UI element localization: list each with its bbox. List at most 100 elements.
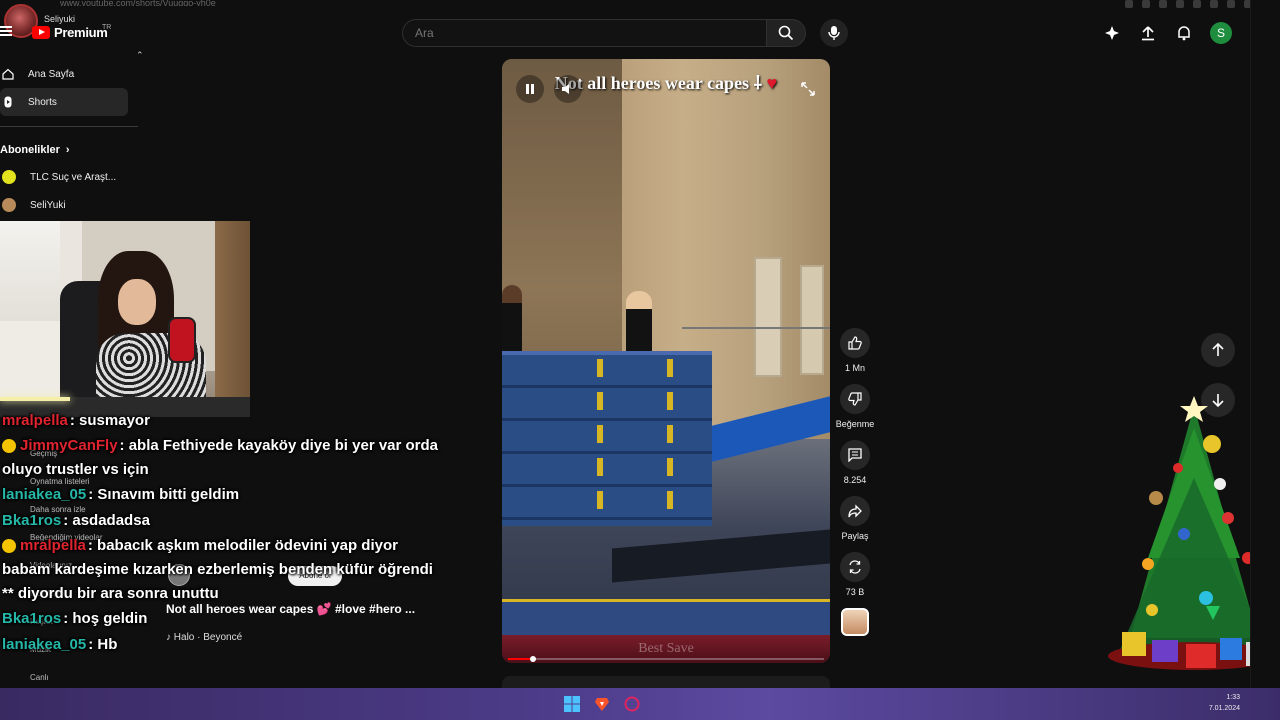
chat-username: Bka1ros bbox=[2, 512, 62, 529]
share-button[interactable] bbox=[840, 496, 870, 526]
upload-button[interactable] bbox=[1138, 23, 1158, 43]
chat-text: : asdadadsa bbox=[63, 512, 150, 529]
windows-start-button[interactable] bbox=[562, 694, 582, 714]
audio-source-thumbnail[interactable] bbox=[841, 608, 869, 636]
chat-username: laniakea_05 bbox=[2, 486, 87, 503]
create-button[interactable] bbox=[1102, 23, 1122, 43]
sidebar-item-shorts[interactable]: Shorts bbox=[0, 88, 128, 116]
remix-action: 73 B bbox=[836, 552, 874, 598]
fullscreen-button[interactable] bbox=[798, 79, 818, 99]
sidebar-item-home[interactable]: Ana Sayfa bbox=[0, 60, 140, 88]
shorts-player[interactable]: Not all heroes wear capes ⸸ ♥ Best Save bbox=[502, 59, 830, 663]
progress-bar[interactable] bbox=[508, 656, 824, 662]
chat-username: mralpella bbox=[2, 412, 68, 429]
comment-action: 8.254 bbox=[836, 440, 874, 486]
thumbs-up-icon bbox=[848, 336, 862, 350]
stream-chat: mralpella: susmayor JimmyCanFly: abla Fe… bbox=[2, 408, 442, 688]
sidebar-subscription[interactable]: TLC Suç ve Araşt... bbox=[0, 163, 140, 191]
praying-hands-icon: ⸸ bbox=[749, 73, 767, 93]
account-avatar[interactable]: S bbox=[1210, 22, 1232, 44]
clock-date: 7.01.2024 bbox=[1208, 705, 1240, 712]
dislike-button[interactable] bbox=[840, 384, 870, 414]
taskbar-clock[interactable]: 1:33 7.01.2024 bbox=[1209, 692, 1240, 714]
create-icon bbox=[1105, 26, 1119, 40]
next-short-preview[interactable] bbox=[502, 676, 830, 688]
browser-url[interactable]: www.youtube.com/shorts/Vuuqqo-yh0e bbox=[60, 0, 260, 6]
share-label: Paylaş bbox=[841, 531, 869, 541]
chat-message: mralpella: susmayor bbox=[2, 408, 442, 434]
remix-icon bbox=[849, 560, 861, 574]
page: Seliyuki www.youtube.com/shorts/Vuuqqo-y… bbox=[0, 0, 1280, 720]
extension-icon[interactable] bbox=[1227, 0, 1235, 8]
volume-button[interactable] bbox=[554, 75, 582, 103]
windows-icon bbox=[564, 696, 580, 712]
shorts-icon bbox=[2, 96, 14, 108]
remix-count: 73 B bbox=[845, 587, 865, 597]
comment-count: 8.254 bbox=[843, 475, 867, 485]
extension-icon[interactable] bbox=[1125, 0, 1133, 8]
hamburger-menu-icon[interactable] bbox=[0, 24, 16, 40]
subscriptions-heading[interactable]: Abonelikler › bbox=[0, 137, 140, 163]
sidebar-divider bbox=[0, 126, 138, 127]
like-button[interactable] bbox=[840, 328, 870, 358]
extension-icon[interactable] bbox=[1210, 0, 1218, 8]
sidebar-subscription[interactable]: SeliYuki bbox=[0, 191, 140, 219]
voice-search-button[interactable] bbox=[820, 19, 848, 47]
heart-icon: ♥ bbox=[766, 73, 778, 93]
chat-message: mralpella: babacık aşkım melodiler ödevi… bbox=[2, 534, 442, 606]
arrow-up-icon bbox=[1212, 343, 1224, 356]
search-button[interactable] bbox=[766, 19, 806, 47]
search-bar bbox=[402, 19, 806, 47]
thumbs-down-icon bbox=[848, 392, 862, 406]
streamer-name: Seliyuki bbox=[44, 14, 76, 24]
search-icon bbox=[778, 25, 794, 41]
share-icon bbox=[848, 504, 862, 518]
bell-icon bbox=[1178, 26, 1190, 41]
dislike-action: Beğenme bbox=[836, 384, 874, 430]
pause-icon bbox=[526, 84, 534, 94]
sidebar-item-label: SeliYuki bbox=[30, 199, 66, 211]
share-action: Paylaş bbox=[836, 496, 874, 542]
channel-avatar bbox=[2, 198, 16, 212]
dislike-label: Beğenme bbox=[835, 419, 875, 429]
extension-icon[interactable] bbox=[1159, 0, 1167, 8]
window-edge bbox=[1250, 0, 1280, 688]
video-overlay-text: Not all heroes wear capes bbox=[554, 73, 750, 93]
chat-text: : Sınavım bitti geldim bbox=[88, 486, 240, 503]
sidebar-item-label: TLC Suç ve Araşt... bbox=[30, 171, 117, 183]
chat-text: : susmayor bbox=[69, 412, 150, 429]
extension-icon[interactable] bbox=[1142, 0, 1150, 8]
obs-taskbar[interactable] bbox=[622, 694, 642, 714]
subscriptions-title: Abonelikler bbox=[0, 144, 60, 156]
sidebar-item-label: Ana Sayfa bbox=[28, 68, 75, 80]
chat-message: laniakea_05: Hb bbox=[2, 632, 442, 658]
chat-text: : hoş geldin bbox=[63, 610, 148, 627]
record-icon bbox=[624, 696, 640, 712]
notifications-button[interactable] bbox=[1174, 23, 1194, 43]
header-actions: S bbox=[1102, 22, 1232, 44]
microphone bbox=[168, 317, 196, 363]
emote-icon bbox=[2, 539, 16, 554]
video-overlay-title: Not all heroes wear capes ⸸ ♥ bbox=[502, 71, 830, 95]
extension-icon[interactable] bbox=[1193, 0, 1201, 8]
video-watermark: Best Save bbox=[638, 641, 694, 656]
chat-message: Bka1ros: hoş geldin bbox=[2, 606, 442, 632]
taskbar: 1:33 7.01.2024 bbox=[0, 688, 1280, 720]
extension-icon[interactable] bbox=[1176, 0, 1184, 8]
comments-button[interactable] bbox=[840, 440, 870, 470]
microphone-icon bbox=[828, 26, 840, 40]
brave-browser-taskbar[interactable] bbox=[592, 694, 612, 714]
chat-username: JimmyCanFly bbox=[20, 437, 118, 454]
youtube-logo[interactable]: Premium bbox=[32, 25, 108, 40]
previous-short-button[interactable] bbox=[1201, 333, 1235, 367]
clock-time: 1:33 bbox=[1226, 694, 1240, 701]
upload-icon bbox=[1142, 26, 1154, 41]
webcam-feed bbox=[0, 221, 250, 417]
like-action: 1 Mn bbox=[836, 328, 874, 374]
pause-button[interactable] bbox=[516, 75, 544, 103]
search-input[interactable] bbox=[402, 19, 766, 47]
remix-button[interactable] bbox=[840, 552, 870, 582]
chat-message: Bka1ros: asdadadsa bbox=[2, 508, 442, 534]
logo-text: Premium bbox=[54, 25, 108, 40]
sidebar: Ana Sayfa Shorts Abonelikler › TLC Suç v… bbox=[0, 60, 140, 219]
